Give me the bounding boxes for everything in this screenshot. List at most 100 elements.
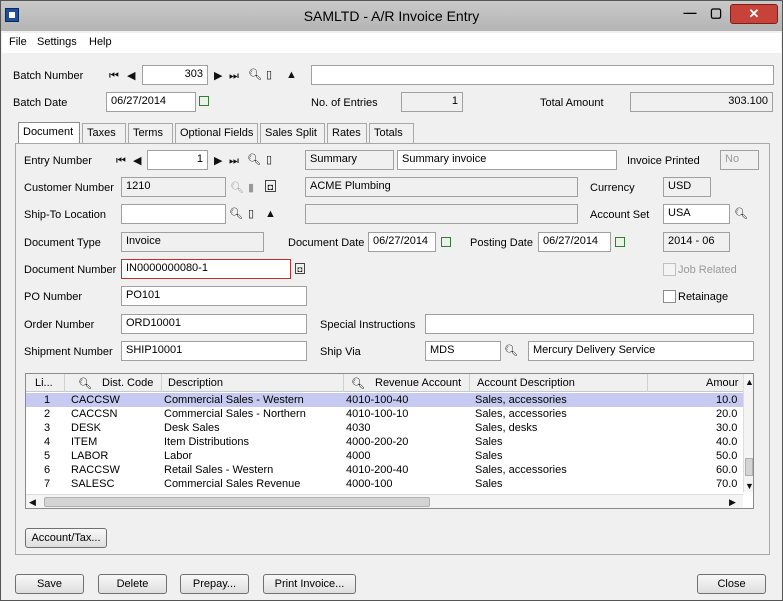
row-description[interactable]: Desk Sales <box>164 422 220 434</box>
table-row[interactable]: 3 DESK Desk Sales 4030 Sales, desks 30.0 <box>26 421 743 435</box>
ship-to-location-input[interactable] <box>121 204 226 224</box>
row-description[interactable]: Item Distributions <box>164 436 249 448</box>
scroll-down-icon[interactable]: ▼ <box>745 480 753 492</box>
row-revenue-account[interactable]: 4010-100-40 <box>346 394 408 406</box>
row-dist-code[interactable]: RACCSW <box>71 464 120 476</box>
posting-date-input[interactable]: 06/27/2014 <box>538 232 611 252</box>
account-tax-button[interactable]: Account/Tax... <box>25 528 107 548</box>
row-revenue-account[interactable]: 4000-100 <box>346 478 393 490</box>
ship-via-description-input[interactable]: Mercury Delivery Service <box>528 341 754 361</box>
document-date-calendar-icon[interactable] <box>441 237 451 247</box>
scroll-left-icon[interactable]: ◀ <box>29 496 36 508</box>
table-row[interactable]: 1 CACCSW Commercial Sales - Western 4010… <box>26 393 743 407</box>
batch-date-input[interactable]: 06/27/2014 <box>106 92 196 112</box>
row-amount[interactable]: 40.0 <box>716 436 737 448</box>
new-batch-document-icon[interactable]: ▯ <box>266 69 272 81</box>
table-row[interactable]: 2 CACCSN Commercial Sales - Northern 401… <box>26 407 743 421</box>
retainage-checkbox[interactable] <box>663 290 676 303</box>
last-entry-icon[interactable]: ⏭ <box>229 155 239 167</box>
row-revenue-account[interactable]: 4010-100-10 <box>346 408 408 420</box>
row-dist-code[interactable]: CACCSW <box>71 394 120 406</box>
row-dist-code[interactable]: ITEM <box>71 436 97 448</box>
row-amount[interactable]: 10.0 <box>716 394 737 406</box>
batch-finder-search-icon[interactable]: 🔍︎ <box>248 69 262 81</box>
order-number-input[interactable]: ORD10001 <box>121 314 307 334</box>
batch-description-input[interactable] <box>311 65 774 85</box>
ship-via-input[interactable]: MDS <box>425 341 501 361</box>
ship-via-search-icon[interactable]: 🔍︎ <box>504 345 518 357</box>
table-row[interactable]: 5 LABOR Labor 4000 Sales 50.0 <box>26 449 743 463</box>
entry-finder-search-icon[interactable]: 🔍︎ <box>247 154 261 166</box>
row-dist-code[interactable]: CACCSN <box>71 408 117 420</box>
scroll-right-icon[interactable]: ▶ <box>729 496 736 508</box>
ship-to-zoom-up-icon[interactable]: ▲ <box>265 208 276 220</box>
entry-description-input[interactable]: Summary invoice <box>397 150 617 170</box>
row-revenue-account[interactable]: 4000 <box>346 450 370 462</box>
row-revenue-account[interactable]: 4030 <box>346 422 370 434</box>
close-button[interactable]: Close <box>697 574 766 594</box>
last-batch-icon[interactable]: ⏭ <box>229 70 239 82</box>
table-row[interactable]: 7 SALESC Commercial Sales Revenue 4000-1… <box>26 477 743 491</box>
po-number-input[interactable]: PO101 <box>121 286 307 306</box>
row-revenue-account[interactable]: 4010-200-40 <box>346 464 408 476</box>
row-amount[interactable]: 60.0 <box>716 464 737 476</box>
dist-code-search-icon[interactable]: 🔍︎ <box>78 377 92 390</box>
column-amount-header[interactable]: Amour <box>706 377 738 389</box>
row-amount[interactable]: 50.0 <box>716 450 737 462</box>
revenue-account-search-icon[interactable]: 🔍︎ <box>351 377 365 390</box>
scroll-up-icon[interactable]: ▲ <box>745 376 753 388</box>
batch-zoom-up-icon[interactable]: ▲ <box>286 69 297 81</box>
table-row[interactable]: 4 ITEM Item Distributions 4000-200-20 Sa… <box>26 435 743 449</box>
column-line-header[interactable]: Li... <box>35 377 53 389</box>
ship-to-finder-search-icon[interactable]: 🔍︎ <box>229 208 243 220</box>
grid-vertical-scrollbar[interactable]: ▲ ▼ <box>743 374 753 492</box>
customer-zoom-icon[interactable]: ◘ <box>265 180 276 192</box>
ship-to-new-document-icon[interactable]: ▯ <box>248 208 254 220</box>
posting-date-calendar-icon[interactable] <box>615 237 625 247</box>
special-instructions-input[interactable] <box>425 314 754 334</box>
print-invoice-button[interactable]: Print Invoice... <box>263 574 356 594</box>
previous-entry-icon[interactable]: ◀ <box>133 155 141 167</box>
row-dist-code[interactable]: SALESC <box>71 478 114 490</box>
column-account-description-header[interactable]: Account Description <box>477 377 575 389</box>
new-entry-document-icon[interactable]: ▯ <box>266 154 272 166</box>
minimize-button[interactable]: — <box>678 4 702 24</box>
table-row[interactable]: 6 RACCSW Retail Sales - Western 4010-200… <box>26 463 743 477</box>
vertical-scroll-thumb[interactable] <box>745 458 753 476</box>
column-dist-code-header[interactable]: Dist. Code <box>102 377 153 389</box>
next-batch-icon[interactable]: ▶ <box>214 70 222 82</box>
previous-batch-icon[interactable]: ◀ <box>127 70 135 82</box>
row-amount[interactable]: 30.0 <box>716 422 737 434</box>
row-description[interactable]: Labor <box>164 450 192 462</box>
batch-date-calendar-icon[interactable] <box>199 96 209 106</box>
account-set-search-icon[interactable]: 🔍︎ <box>734 208 748 220</box>
document-date-input[interactable]: 06/27/2014 <box>368 232 436 252</box>
tab-rates[interactable]: Rates <box>327 123 367 144</box>
tab-taxes[interactable]: Taxes <box>82 123 126 144</box>
row-dist-code[interactable]: DESK <box>71 422 101 434</box>
tab-totals[interactable]: Totals <box>369 123 414 144</box>
row-description[interactable]: Commercial Sales - Western <box>164 394 304 406</box>
tab-optional-fields[interactable]: Optional Fields <box>175 123 258 144</box>
entry-number-input[interactable]: 1 <box>147 150 208 170</box>
row-dist-code[interactable]: LABOR <box>71 450 108 462</box>
horizontal-scroll-thumb[interactable] <box>44 497 430 507</box>
row-description[interactable]: Retail Sales - Western <box>164 464 273 476</box>
grid-horizontal-scrollbar[interactable]: ◀ ▶ <box>26 494 743 508</box>
menu-help[interactable]: Help <box>89 36 112 48</box>
row-amount[interactable]: 70.0 <box>716 478 737 490</box>
maximize-button[interactable]: ▢ <box>704 4 728 24</box>
tab-document[interactable]: Document <box>18 122 80 144</box>
document-number-input[interactable]: IN0000000080-1 <box>121 259 291 279</box>
row-revenue-account[interactable]: 4000-200-20 <box>346 436 408 448</box>
tab-terms[interactable]: Terms <box>128 123 173 144</box>
document-number-zoom-icon[interactable]: ◘ <box>295 263 305 274</box>
menu-settings[interactable]: Settings <box>37 36 77 48</box>
row-description[interactable]: Commercial Sales Revenue <box>164 478 300 490</box>
save-button[interactable]: Save <box>15 574 84 594</box>
close-window-button[interactable]: ✕ <box>730 4 778 24</box>
column-revenue-account-header[interactable]: Revenue Account <box>375 377 461 389</box>
account-set-input[interactable]: USA <box>663 204 730 224</box>
batch-number-input[interactable]: 303 <box>142 65 208 85</box>
distribution-grid[interactable]: Li... 🔍︎ Dist. Code Description 🔍︎ Reven… <box>25 373 754 509</box>
